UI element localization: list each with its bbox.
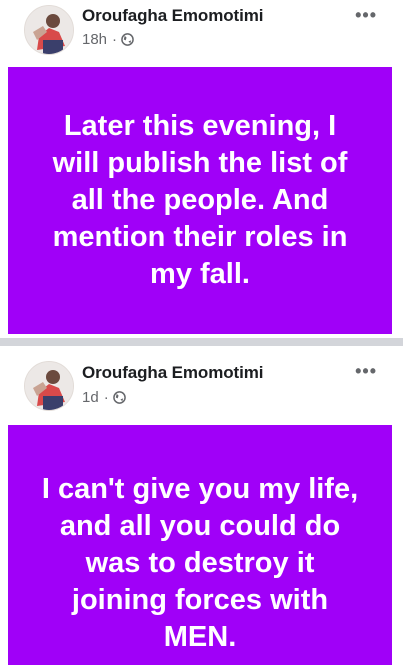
avatar-photo bbox=[25, 362, 73, 410]
avatar-photo bbox=[25, 6, 73, 54]
globe-icon bbox=[121, 33, 134, 46]
more-options-icon[interactable]: ••• bbox=[355, 5, 377, 26]
post-text: Later this evening, I will publish the l… bbox=[52, 110, 348, 290]
post-1: Oroufagha Emomotimi 18h · ••• Later this… bbox=[0, 0, 403, 334]
post-time[interactable]: 1d bbox=[82, 389, 99, 406]
globe-icon bbox=[112, 391, 126, 404]
post-header: Oroufagha Emomotimi 1d · ••• bbox=[0, 347, 403, 413]
post-2: Oroufagha Emomotimi 1d · ••• I can't giv… bbox=[0, 347, 403, 665]
meta-separator: · bbox=[103, 389, 109, 406]
post-meta: 18h · bbox=[82, 31, 134, 48]
author-name[interactable]: Oroufagha Emomotimi bbox=[82, 363, 263, 383]
more-options-icon[interactable]: ••• bbox=[355, 361, 377, 382]
feed-divider bbox=[0, 338, 403, 346]
post-meta: 1d · bbox=[82, 389, 126, 406]
post-text: I can't give you my life, and all you co… bbox=[41, 473, 359, 653]
meta-separator: · bbox=[112, 31, 118, 48]
post-time[interactable]: 18h bbox=[82, 31, 107, 48]
author-avatar[interactable] bbox=[24, 361, 74, 411]
post-background-card: Later this evening, I will publish the l… bbox=[8, 67, 392, 334]
author-avatar[interactable] bbox=[24, 5, 74, 55]
post-background-card: I can't give you my life, and all you co… bbox=[8, 425, 392, 665]
post-header: Oroufagha Emomotimi 18h · ••• bbox=[0, 0, 403, 66]
author-name[interactable]: Oroufagha Emomotimi bbox=[82, 6, 263, 26]
